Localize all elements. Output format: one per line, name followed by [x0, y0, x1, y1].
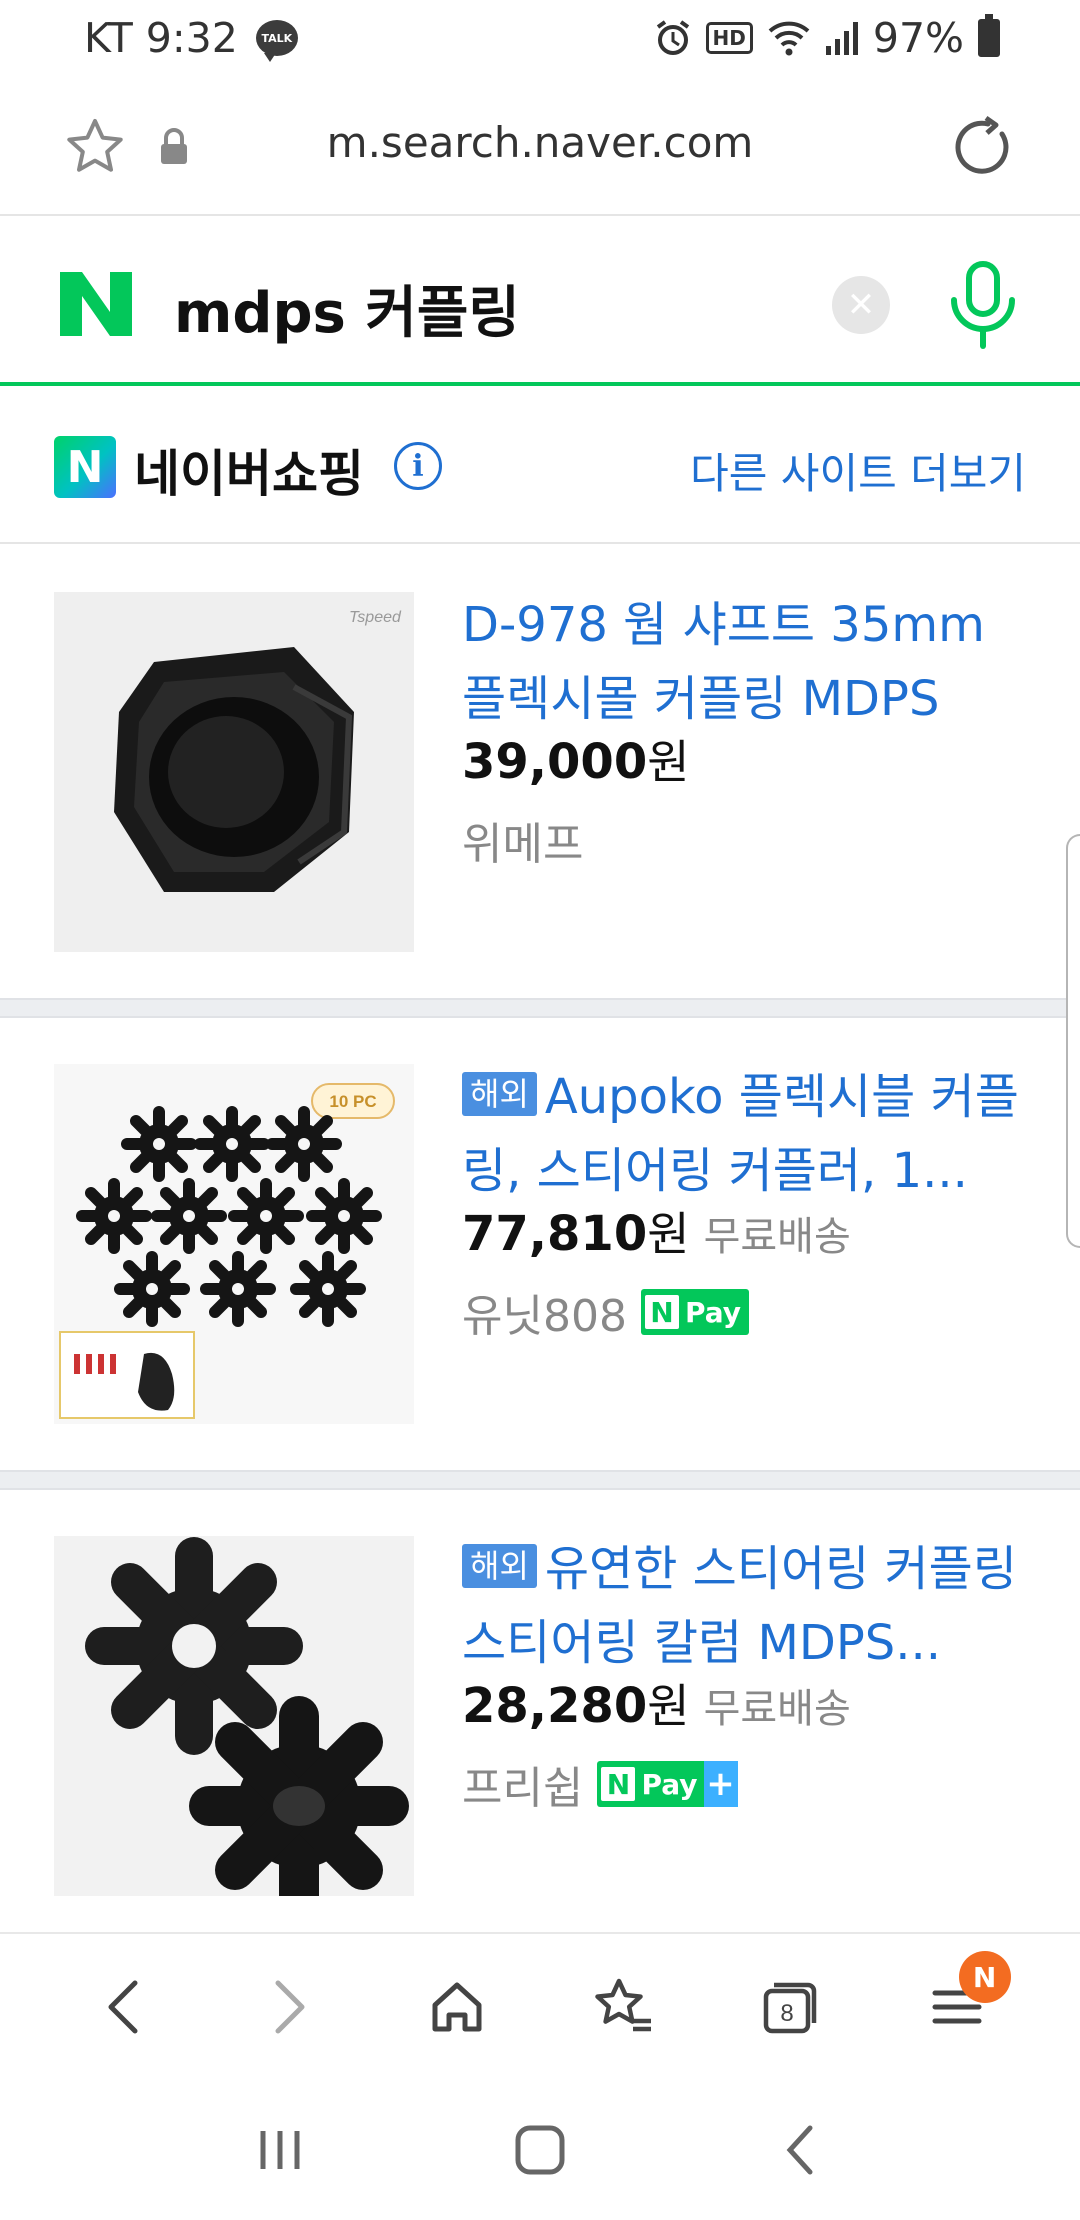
signal-icon	[825, 20, 859, 56]
tabs-button[interactable]: 8	[750, 1967, 830, 2047]
thumb-pack-text: 10 PC	[329, 1092, 376, 1111]
npay-label: Pay	[684, 1295, 742, 1329]
home-icon	[432, 1982, 482, 2032]
alarm-icon	[654, 19, 692, 57]
bookmark-list-icon	[595, 1978, 652, 2032]
hd-voice-icon: HD	[705, 22, 753, 54]
browser-url-bar: m.search.naver.com	[0, 76, 1080, 216]
section-title: 네이버쇼핑	[134, 445, 364, 503]
section-divider	[0, 1470, 1080, 1490]
home-button[interactable]	[417, 1967, 497, 2047]
product-title: Aupoko 플렉시블 커플링, 스티어링 커플러, 1...	[462, 1069, 1019, 1199]
npay-label: Pay	[641, 1767, 698, 1801]
status-bar: KT 9:32 TALK HD 97%	[0, 0, 1080, 76]
system-back-button[interactable]	[760, 2110, 840, 2190]
product-thumbnail[interactable]: 10 PC	[54, 1064, 414, 1424]
npay-plus-icon: +	[703, 1761, 738, 1807]
talk-label: TALK	[261, 31, 293, 45]
chevron-left-icon	[108, 1980, 138, 2034]
notification-badge: N	[958, 1951, 1011, 2003]
back-chevron-icon	[786, 2125, 813, 2175]
product-title-link[interactable]: 해외 Aupoko 플렉시블 커플링, 스티어링 커플러, 1...	[462, 1060, 1032, 1208]
battery-icon	[978, 14, 1000, 57]
hd-label: HD	[712, 26, 746, 50]
reload-icon[interactable]	[952, 114, 1016, 178]
chevron-right-icon	[275, 1980, 305, 2034]
scroll-indicator[interactable]	[1066, 834, 1080, 1248]
menu-button[interactable]: N	[917, 1951, 1011, 2047]
carrier-time: KT 9:32	[84, 14, 238, 62]
currency-label: 원	[647, 1679, 690, 1733]
seller-name[interactable]: 프리쉽	[462, 1752, 583, 1816]
info-icon[interactable]: i	[394, 442, 442, 490]
section-divider	[0, 998, 1080, 1018]
currency-label: 원	[647, 1207, 690, 1261]
product-item[interactable]: 해외 유연한 스티어링 커플링 스티어링 칼럼 MDPS... 28,280원 무…	[0, 1490, 1080, 1932]
bookmarks-button[interactable]	[583, 1967, 663, 2047]
seller-name[interactable]: 위메프	[462, 808, 583, 872]
price-row: 77,810원 무료배송	[462, 1198, 851, 1264]
overseas-badge: 해외	[462, 1072, 537, 1116]
product-title-link[interactable]: D-978 웜 샤프트 35mm 플렉시몰 커플링 MDPS	[462, 588, 1032, 736]
clear-search-button[interactable]: ✕	[832, 276, 890, 334]
home-square-icon	[515, 2125, 565, 2175]
recent-apps-button[interactable]	[240, 2110, 320, 2190]
naver-logo-icon[interactable]	[58, 270, 134, 338]
url-text[interactable]: m.search.naver.com	[0, 118, 1080, 167]
forward-button[interactable]	[250, 1967, 330, 2047]
battery-percent: 97%	[872, 14, 964, 62]
tab-count: 8	[780, 2000, 793, 2027]
back-button[interactable]	[83, 1967, 163, 2047]
info-symbol: i	[412, 448, 424, 484]
product-price: 28,280	[462, 1678, 648, 1734]
browser-toolbar: 8 N	[0, 1932, 1080, 2080]
shopping-logo-letter: N	[66, 441, 104, 493]
system-home-button[interactable]	[500, 2110, 580, 2190]
currency-label: 원	[647, 735, 690, 789]
overseas-badge: 해외	[462, 1544, 537, 1588]
voice-search-mic-icon[interactable]	[946, 260, 1020, 350]
npay-plus-badge: N Pay +	[597, 1761, 738, 1807]
product-price: 39,000	[462, 734, 648, 790]
seller-row: 프리쉽 N Pay +	[462, 1752, 738, 1816]
seller-row: 위메프	[462, 808, 583, 872]
product-title: 유연한 스티어링 커플링 스티어링 칼럼 MDPS...	[462, 1541, 1018, 1671]
npay-n-icon: N	[644, 1295, 679, 1329]
product-title: D-978 웜 샤프트 35mm 플렉시몰 커플링 MDPS	[462, 597, 985, 727]
product-item[interactable]: Tspeed D-978 웜 샤프트 35mm 플렉시몰 커플링 MDPS 39…	[0, 546, 1080, 998]
close-icon: ✕	[846, 285, 876, 325]
seller-name[interactable]: 유닛808	[462, 1280, 627, 1344]
search-input[interactable]: mdps 커플링	[174, 268, 520, 349]
product-item[interactable]: 10 PC 해외 Aupoko 플렉시블 커플링, 스티어링 커플러, 1... …	[0, 1018, 1080, 1470]
search-bar: mdps 커플링 ✕	[0, 218, 1080, 386]
product-price: 77,810	[462, 1206, 648, 1262]
more-sites-link[interactable]: 다른 사이트 더보기	[690, 440, 1026, 501]
system-navigation-bar	[0, 2080, 1080, 2220]
free-shipping-label: 무료배송	[703, 1686, 851, 1732]
seller-row: 유닛808 N Pay	[462, 1280, 750, 1344]
product-thumbnail[interactable]: Tspeed	[54, 592, 414, 952]
kakaotalk-notification-icon: TALK	[255, 20, 298, 62]
npay-badge: N Pay	[640, 1289, 750, 1335]
tabs-icon: 8	[763, 1982, 817, 2034]
wifi-icon	[767, 19, 811, 57]
npay-n-icon: N	[601, 1767, 636, 1801]
naver-shopping-logo-icon: N	[54, 436, 116, 498]
product-title-link[interactable]: 해외 유연한 스티어링 커플링 스티어링 칼럼 MDPS...	[462, 1532, 1032, 1680]
product-thumbnail[interactable]	[54, 1536, 414, 1896]
recent-apps-icon	[260, 2131, 300, 2169]
price-row: 39,000원	[462, 726, 690, 792]
price-row: 28,280원 무료배송	[462, 1670, 851, 1736]
thumb-brand-text: Tspeed	[349, 609, 402, 626]
naver-shopping-header: N 네이버쇼핑 i 다른 사이트 더보기	[0, 390, 1080, 544]
free-shipping-label: 무료배송	[703, 1214, 851, 1260]
